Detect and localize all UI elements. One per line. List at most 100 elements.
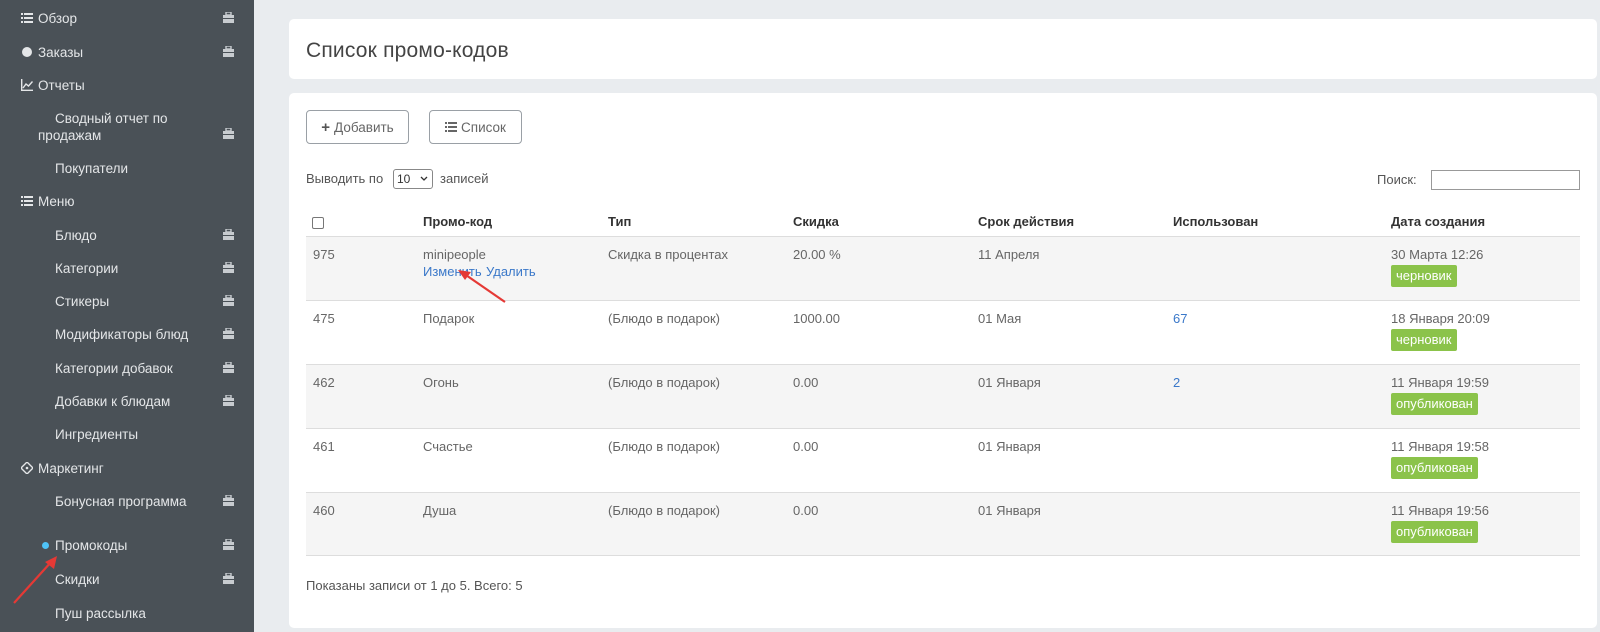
sidebar-item-label: Сводный отчет по (55, 111, 168, 126)
cell-id: 462 (313, 375, 335, 390)
header-type[interactable]: Тип (608, 214, 631, 229)
cell-validity: 11 Апреля (978, 247, 1040, 262)
cell-discount: 0.00 (793, 503, 819, 518)
cell-id: 460 (313, 503, 335, 518)
header-discount[interactable]: Скидка (793, 214, 839, 229)
sidebar-item-discounts[interactable]: Скидки (0, 571, 254, 588)
sidebar-item-push[interactable]: Пуш рассылка (0, 605, 254, 622)
cell-used[interactable]: 67 (1173, 311, 1187, 326)
sidebar-item-customers[interactable]: Покупатели (0, 160, 254, 177)
sidebar: Обзор Заказы Отчеты Сводный отчет по про… (0, 0, 254, 632)
edit-link[interactable]: Изменить (423, 264, 482, 279)
cell-created: 11 Января 19:58 (1391, 439, 1489, 454)
sidebar-item-label: Заказы (38, 45, 84, 60)
sidebar-item-addon-categories[interactable]: Категории добавок (0, 360, 254, 377)
add-button-label: Добавить (334, 119, 394, 135)
header-used[interactable]: Использован (1173, 214, 1258, 229)
briefcase-icon (223, 262, 234, 273)
table-row: 461 Счастье (Блюдо в подарок) 0.00 01 Ян… (306, 428, 1580, 492)
plus-icon: + (321, 118, 331, 136)
sidebar-item-label: Пуш рассылка (55, 606, 146, 621)
sidebar-item-reports[interactable]: Отчеты (0, 77, 254, 94)
sidebar-item-sales-report[interactable]: Сводный отчет по продажам (0, 110, 254, 144)
sidebar-item-bonus-program[interactable]: Бонусная программа (0, 493, 254, 510)
cell-validity: 01 Января (978, 375, 1041, 390)
sidebar-item-label: Категории (55, 261, 119, 276)
briefcase-icon (223, 128, 234, 139)
list-button[interactable]: Список (429, 110, 522, 144)
sidebar-item-categories[interactable]: Категории (0, 260, 254, 277)
cell-created: 11 Января 19:56 (1391, 503, 1489, 518)
table-info: Показаны записи от 1 до 5. Всего: 5 (306, 578, 523, 593)
list-icon (21, 196, 33, 206)
briefcase-icon (223, 573, 234, 584)
cell-discount: 0.00 (793, 375, 819, 390)
briefcase-icon (223, 362, 234, 373)
add-button[interactable]: + Добавить (306, 110, 409, 144)
table-row: 460 Душа (Блюдо в подарок) 0.00 01 Январ… (306, 492, 1580, 556)
cell-type: Скидка в процентах (608, 247, 729, 262)
search-input[interactable] (1431, 170, 1580, 190)
briefcase-icon (223, 229, 234, 240)
cell-code: Огонь (423, 375, 459, 390)
cell-created: 30 Марта 12:26 (1391, 247, 1484, 262)
cell-created: 18 Января 20:09 (1391, 311, 1490, 326)
list-icon (445, 122, 458, 132)
cell-validity: 01 Мая (978, 311, 1022, 326)
length-prefix: Выводить по (306, 171, 384, 186)
status-badge: черновик (1391, 265, 1457, 287)
header-validity[interactable]: Срок действия (978, 214, 1074, 229)
circle-icon (22, 47, 32, 57)
sidebar-item-label: Промокоды (55, 538, 128, 553)
cell-type: (Блюдо в подарок) (608, 503, 720, 518)
search-label: Поиск: (1377, 172, 1417, 187)
sidebar-item-label: Блюдо (55, 228, 97, 243)
cell-validity: 01 Января (978, 439, 1041, 454)
sidebar-item-stickers[interactable]: Стикеры (0, 293, 254, 310)
sidebar-item-modifiers[interactable]: Модификаторы блюд (0, 326, 254, 343)
cell-used[interactable]: 2 (1173, 375, 1180, 390)
page-length-value: 10 (397, 172, 411, 186)
status-badge: черновик (1391, 329, 1457, 351)
cell-discount: 1000.00 (793, 311, 840, 326)
sidebar-item-label: Отчеты (38, 78, 85, 93)
cell-discount: 20.00 % (793, 247, 841, 262)
cell-code: Душа (423, 503, 457, 518)
header-created[interactable]: Дата создания (1391, 214, 1485, 229)
sidebar-item-orders[interactable]: Заказы (0, 44, 254, 61)
sidebar-item-label: Скидки (55, 572, 100, 587)
briefcase-icon (223, 328, 234, 339)
page-header-card: Список промо-кодов (289, 19, 1597, 79)
status-badge: опубликован (1391, 393, 1478, 415)
cell-id: 975 (313, 247, 335, 262)
sidebar-item-label-line2: продажам (38, 128, 102, 143)
table-row: 462 Огонь (Блюдо в подарок) 0.00 01 Янва… (306, 364, 1580, 428)
page-title: Список промо-кодов (306, 39, 509, 62)
delete-link[interactable]: Удалить (486, 264, 536, 279)
cell-created: 11 Января 19:59 (1391, 375, 1489, 390)
sidebar-item-overview[interactable]: Обзор (0, 10, 254, 27)
briefcase-icon (223, 495, 234, 506)
sidebar-item-label: Покупатели (55, 161, 129, 176)
header-promo-code[interactable]: Промо-код (423, 214, 492, 229)
sidebar-item-label: Ингредиенты (55, 427, 139, 442)
sidebar-item-label: Стикеры (55, 294, 110, 309)
briefcase-icon (223, 295, 234, 306)
sidebar-item-label: Обзор (38, 11, 77, 26)
sidebar-item-promocodes[interactable]: Промокоды (0, 537, 254, 554)
cell-id: 461 (313, 439, 335, 454)
cell-type: (Блюдо в подарок) (608, 439, 720, 454)
sidebar-item-marketing[interactable]: Маркетинг (0, 460, 254, 477)
cell-discount: 0.00 (793, 439, 819, 454)
list-icon (21, 13, 33, 23)
sidebar-item-addons[interactable]: Добавки к блюдам (0, 393, 254, 410)
sidebar-item-label: Маркетинг (38, 461, 104, 476)
sidebar-item-ingredients[interactable]: Ингредиенты (0, 426, 254, 443)
sidebar-item-menu[interactable]: Меню (0, 193, 254, 210)
page-length-select[interactable]: 10 (393, 169, 433, 189)
briefcase-icon (223, 46, 234, 57)
select-all-checkbox[interactable] (312, 217, 324, 229)
briefcase-icon (223, 539, 234, 550)
active-indicator-dot (42, 542, 49, 549)
sidebar-item-dish[interactable]: Блюдо (0, 227, 254, 244)
